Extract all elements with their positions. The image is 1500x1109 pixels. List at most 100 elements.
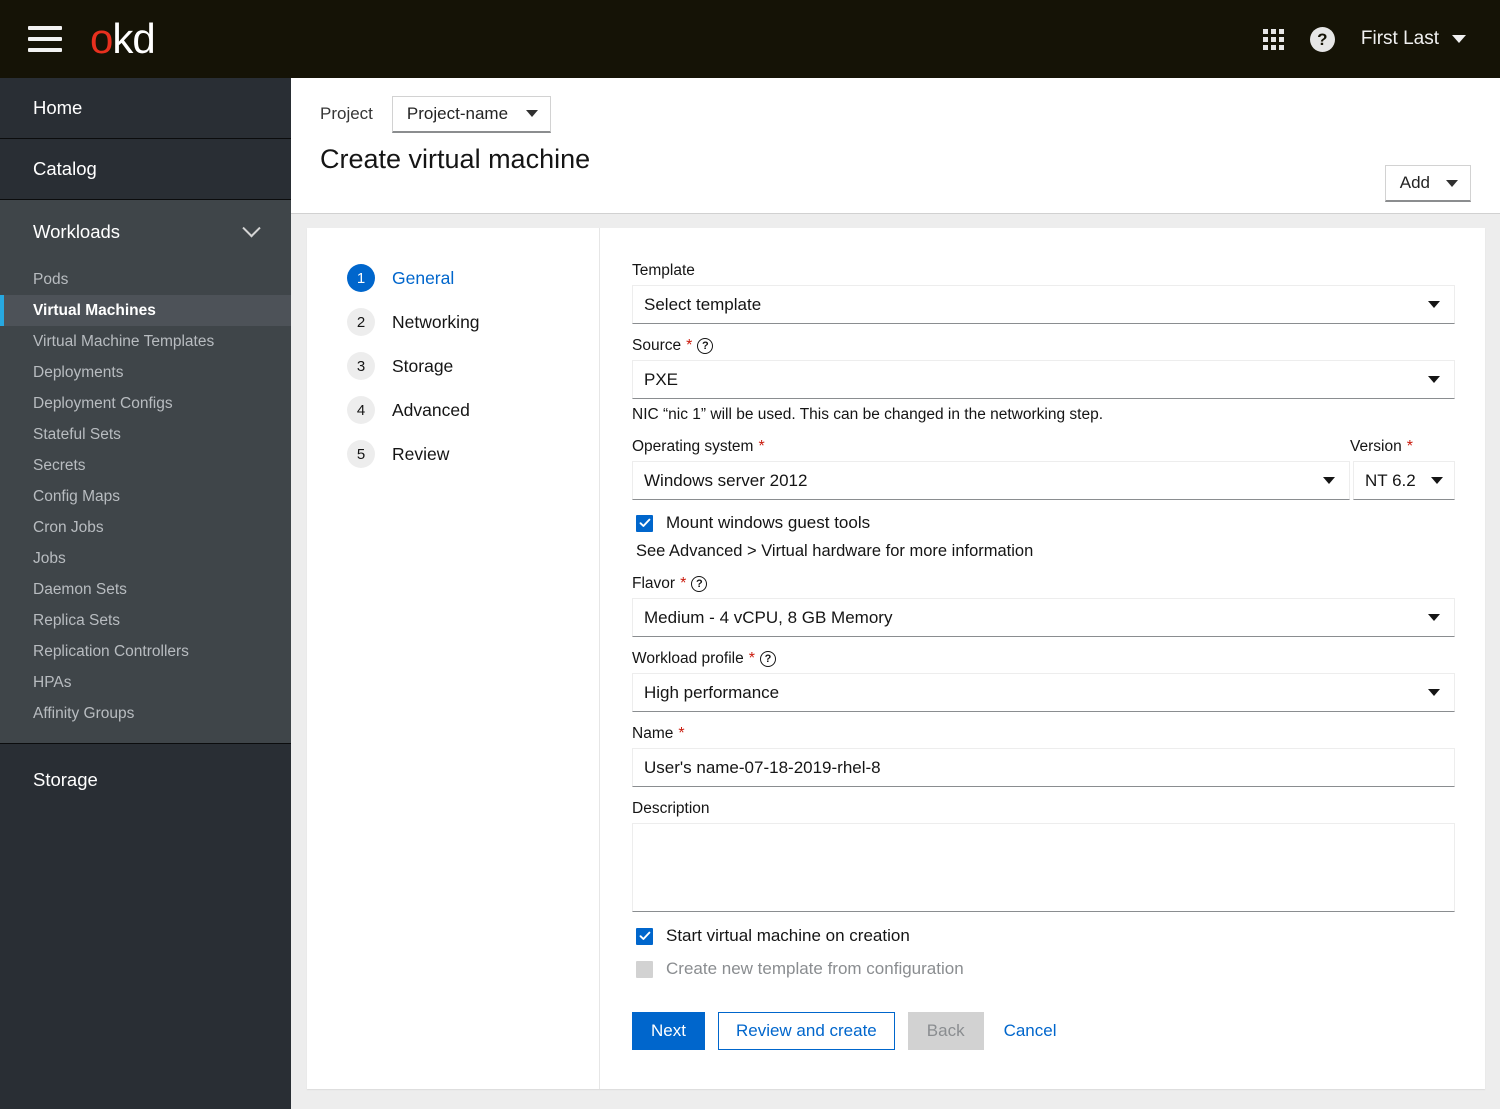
sidebar-item-daemon-sets[interactable]: Daemon Sets <box>0 574 291 605</box>
sidebar-item-label: Replication Controllers <box>33 642 189 660</box>
flavor-select[interactable]: Medium - 4 vCPU, 8 GB Memory <box>632 598 1455 637</box>
create-template-checkbox <box>636 960 653 978</box>
sidebar-item-hpas[interactable]: HPAs <box>0 667 291 698</box>
sidebar-item-home[interactable]: Home <box>0 78 291 139</box>
flavor-label: Flavor * ? <box>632 575 1455 593</box>
next-button[interactable]: Next <box>632 1012 705 1050</box>
field-flavor: Flavor * ? Medium - 4 vCPU, 8 GB Memory <box>632 575 1455 637</box>
os-label: Operating system * <box>632 438 1350 456</box>
help-icon[interactable]: ? <box>1309 26 1335 52</box>
sidebar-item-storage[interactable]: Storage <box>0 744 291 816</box>
sidebar-item-affinity-groups[interactable]: Affinity Groups <box>0 698 291 729</box>
app-root: okd ? First Last Home Catalog Workloads … <box>0 0 1500 1109</box>
help-tooltip-icon[interactable]: ? <box>691 576 708 592</box>
hamburger-icon[interactable] <box>28 26 62 52</box>
sidebar-item-label: Home <box>33 97 83 118</box>
sidebar-item-stateful-sets[interactable]: Stateful Sets <box>0 419 291 450</box>
step-label: Networking <box>392 311 480 332</box>
version-select-value: NT 6.2 <box>1365 470 1416 490</box>
version-label: Version * <box>1350 438 1455 456</box>
wizard-step-advanced[interactable]: 4 Advanced <box>347 396 599 424</box>
os-select[interactable]: Windows server 2012 <box>632 461 1350 500</box>
source-select-value: PXE <box>644 369 679 389</box>
sidebar-item-replica-sets[interactable]: Replica Sets <box>0 605 291 636</box>
chevron-down-icon <box>1431 477 1443 484</box>
sidebar-item-label: Cron Jobs <box>33 518 104 536</box>
wizard-step-review[interactable]: 5 Review <box>347 440 599 468</box>
help-tooltip-icon[interactable]: ? <box>759 651 776 667</box>
wizard-actions: Next Review and create Back Cancel <box>632 1012 1455 1050</box>
version-label-text: Version <box>1350 438 1402 455</box>
workload-profile-label-text: Workload profile <box>632 650 744 667</box>
user-menu[interactable]: First Last <box>1361 28 1466 50</box>
template-label-text: Template <box>632 262 695 279</box>
step-label: Review <box>392 443 450 464</box>
add-button-label: Add <box>1399 173 1430 192</box>
okd-logo-kd: kd <box>112 15 155 62</box>
version-select[interactable]: NT 6.2 <box>1353 461 1455 500</box>
create-vm-wizard: 1 General 2 Networking 3 Storage 4 Advan… <box>307 228 1485 1089</box>
template-select[interactable]: Select template <box>632 285 1455 324</box>
mount-guest-tools-checkbox[interactable] <box>636 514 653 532</box>
sidebar-bottom-section: Storage <box>0 744 291 816</box>
step-number: 4 <box>347 396 375 424</box>
cancel-button[interactable]: Cancel <box>997 1012 1064 1050</box>
sidebar-item-jobs[interactable]: Jobs <box>0 543 291 574</box>
sidebar-item-label: Virtual Machines <box>33 301 156 319</box>
create-template-label: Create new template from configuration <box>666 959 964 978</box>
sidebar-item-replication-controllers[interactable]: Replication Controllers <box>0 636 291 667</box>
source-label-text: Source <box>632 337 682 354</box>
sidebar-item-catalog[interactable]: Catalog <box>0 139 291 200</box>
sidebar-group-header-workloads[interactable]: Workloads <box>0 200 291 264</box>
sidebar-nav[interactable]: Home Catalog Workloads Pods Virtual Mach… <box>0 78 291 1109</box>
masthead: okd ? First Last <box>0 0 1500 78</box>
field-template: Template Select template <box>632 262 1455 324</box>
sidebar-item-virtual-machine-templates[interactable]: Virtual Machine Templates <box>0 326 291 357</box>
add-button[interactable]: Add <box>1384 165 1471 202</box>
start-vm-checkbox[interactable] <box>636 927 653 945</box>
workload-profile-select[interactable]: High performance <box>632 673 1455 712</box>
sidebar-item-label: Config Maps <box>33 487 121 505</box>
sidebar-item-config-maps[interactable]: Config Maps <box>0 481 291 512</box>
wizard-step-networking[interactable]: 2 Networking <box>347 308 599 336</box>
sidebar-item-label: Storage <box>33 769 98 790</box>
sidebar-item-virtual-machines[interactable]: Virtual Machines <box>0 295 291 326</box>
source-select[interactable]: PXE <box>632 360 1455 399</box>
template-select-value: Select template <box>644 294 762 314</box>
chevron-down-icon <box>1428 301 1440 308</box>
okd-logo[interactable]: okd <box>90 15 156 62</box>
start-vm-row[interactable]: Start virtual machine on creation <box>636 926 1455 946</box>
wizard-form-general: Template Select template Source * ? PXE … <box>600 228 1485 1089</box>
name-input[interactable]: User's name-07-18-2019-rhel-8 <box>632 748 1455 787</box>
sidebar-item-deployments[interactable]: Deployments <box>0 357 291 388</box>
description-textarea[interactable] <box>632 823 1455 912</box>
description-label-text: Description <box>632 800 710 817</box>
mount-guest-tools-row[interactable]: Mount windows guest tools <box>636 513 1455 533</box>
grid-apps-icon[interactable] <box>1262 28 1284 50</box>
review-and-create-button[interactable]: Review and create <box>717 1012 895 1050</box>
flavor-select-value: Medium - 4 vCPU, 8 GB Memory <box>644 607 893 627</box>
description-label: Description <box>632 800 1455 818</box>
source-label: Source * ? <box>632 337 1455 355</box>
project-label: Project <box>320 104 373 123</box>
sidebar-item-deployment-configs[interactable]: Deployment Configs <box>0 388 291 419</box>
required-asterisk: * <box>678 725 685 742</box>
project-bar: Project Project-name <box>291 78 1500 150</box>
help-tooltip-icon[interactable]: ? <box>697 338 714 354</box>
sidebar-item-pods[interactable]: Pods <box>0 264 291 295</box>
sidebar-item-label: Pods <box>33 270 69 288</box>
wizard-step-storage[interactable]: 3 Storage <box>347 352 599 380</box>
sidebar-item-label: Catalog <box>33 158 97 179</box>
sidebar-item-secrets[interactable]: Secrets <box>0 450 291 481</box>
sidebar-item-label: Stateful Sets <box>33 425 121 443</box>
step-label: Advanced <box>392 399 470 420</box>
required-asterisk: * <box>748 650 755 667</box>
workload-profile-label: Workload profile * ? <box>632 650 1455 668</box>
back-button: Back <box>907 1012 984 1050</box>
sidebar-top-section: Home Catalog <box>0 78 291 200</box>
wizard-step-general[interactable]: 1 General <box>347 264 599 292</box>
project-selector[interactable]: Project-name <box>391 95 552 133</box>
sidebar-item-cron-jobs[interactable]: Cron Jobs <box>0 512 291 543</box>
field-source: Source * ? PXE NIC “nic 1” will be used.… <box>632 337 1455 424</box>
field-workload-profile: Workload profile * ? High performance <box>632 650 1455 712</box>
